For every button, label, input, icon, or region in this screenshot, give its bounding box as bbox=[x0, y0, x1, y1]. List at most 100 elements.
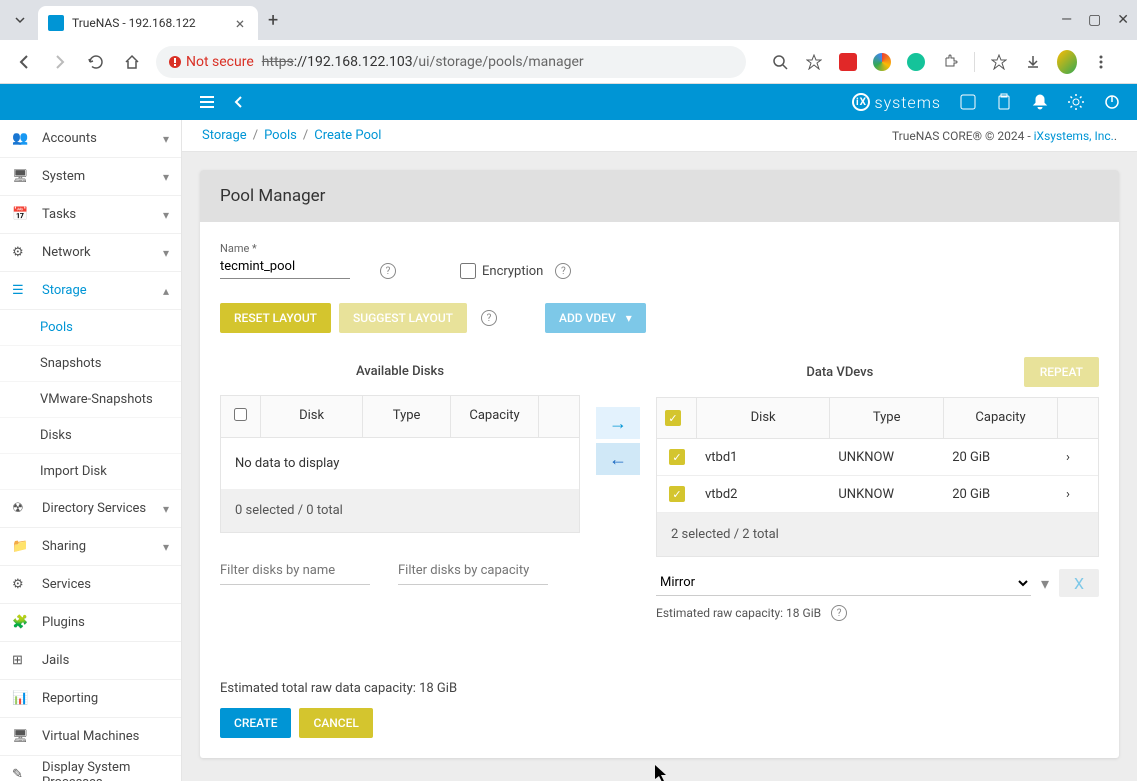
row-expand-icon[interactable]: › bbox=[1058, 477, 1098, 512]
security-warning[interactable]: Not secure bbox=[168, 54, 254, 70]
sidebar-item-reporting[interactable]: 📊Reporting bbox=[0, 680, 181, 718]
sidebar-item-services[interactable]: ⚙Services bbox=[0, 566, 181, 604]
vdevs-select-all-checkbox[interactable]: ✓ bbox=[665, 410, 681, 426]
vdevs-footer: 2 selected / 2 total bbox=[657, 513, 1098, 556]
sidebar-sub-snapshots[interactable]: Snapshots bbox=[0, 346, 181, 382]
remove-vdev-button[interactable]: X bbox=[1059, 569, 1099, 597]
vdev-row: ✓ vtbd2 UNKNOW 20 GiB › bbox=[657, 476, 1098, 513]
ix-logo[interactable]: iXsystems bbox=[852, 93, 941, 112]
sidebar-item-storage[interactable]: ☰Storage▴ bbox=[0, 272, 181, 310]
sidebar-item-directory[interactable]: ☢Directory Services▾ bbox=[0, 490, 181, 528]
vdev-col-capacity: Capacity bbox=[944, 398, 1058, 438]
layout-help-icon[interactable]: ? bbox=[481, 310, 497, 326]
sidebar-item-jails[interactable]: ⊞Jails bbox=[0, 642, 181, 680]
back-chevron-icon[interactable] bbox=[232, 95, 246, 109]
suggest-layout-button[interactable]: SUGGEST LAYOUT bbox=[339, 303, 467, 333]
add-vdev-button[interactable]: ADD VDEV ▾ bbox=[545, 303, 646, 333]
browser-toolbar: Not secure https://192.168.122.103/ui/st… bbox=[0, 40, 1137, 84]
encryption-checkbox[interactable] bbox=[460, 263, 476, 279]
breadcrumb-create[interactable]: Create Pool bbox=[314, 128, 381, 143]
move-left-button[interactable]: ← bbox=[596, 443, 640, 475]
sidebar-item-accounts[interactable]: 👥Accounts▾ bbox=[0, 120, 181, 158]
app-header: iXsystems bbox=[0, 84, 1137, 120]
browser-tab[interactable]: TrueNAS - 192.168.122 × bbox=[38, 6, 258, 40]
sidebar-sub-import-disk[interactable]: Import Disk bbox=[0, 454, 181, 490]
profile-avatar[interactable] bbox=[1057, 52, 1077, 72]
sidebar-item-processes[interactable]: ✎Display System Processes bbox=[0, 756, 181, 781]
available-disks-title: Available Disks bbox=[220, 357, 580, 385]
copyright-text: TrueNAS CORE® © 2024 - iXsystems, Inc.. bbox=[892, 129, 1117, 143]
breadcrumb-storage[interactable]: Storage bbox=[202, 128, 247, 143]
sidebar-sub-vmware-snapshots[interactable]: VMware-Snapshots bbox=[0, 382, 181, 418]
avail-col-capacity: Capacity bbox=[451, 396, 539, 437]
breadcrumb-pools[interactable]: Pools bbox=[264, 128, 297, 143]
available-disks-table: Disk Type Capacity No data to display 0 … bbox=[220, 395, 580, 533]
row-checkbox[interactable]: ✓ bbox=[669, 449, 685, 465]
extension-flipboard-icon[interactable] bbox=[838, 52, 858, 72]
address-bar[interactable]: Not secure https://192.168.122.103/ui/st… bbox=[156, 46, 746, 78]
row-disk: vtbd1 bbox=[697, 440, 830, 475]
filter-name-input[interactable] bbox=[220, 557, 370, 585]
create-button[interactable]: CREATE bbox=[220, 708, 291, 738]
sidebar: 👥Accounts▾ 🖥System▾ 📅Tasks▾ ⚙Network▾ ☰S… bbox=[0, 120, 182, 781]
minimize-icon[interactable]: — bbox=[1061, 12, 1072, 28]
extensions-icon[interactable] bbox=[940, 52, 960, 72]
ixsystems-link[interactable]: iXsystems, Inc. bbox=[1034, 129, 1114, 143]
reset-layout-button[interactable]: RESET LAYOUT bbox=[220, 303, 331, 333]
row-capacity: 20 GiB bbox=[944, 477, 1058, 512]
home-button[interactable] bbox=[120, 50, 144, 74]
name-input[interactable] bbox=[220, 255, 350, 279]
new-tab-button[interactable]: + bbox=[268, 10, 278, 31]
extension-circle-icon[interactable] bbox=[872, 52, 892, 72]
extension-grammarly-icon[interactable] bbox=[906, 52, 926, 72]
row-type: UNKNOW bbox=[830, 440, 944, 475]
vdevs-table: ✓ Disk Type Capacity ✓ vtbd1 UNKNOW 20 G… bbox=[656, 397, 1099, 557]
browser-menu-icon[interactable] bbox=[1091, 52, 1111, 72]
tab-dropdown-icon[interactable] bbox=[8, 8, 32, 32]
available-select-all-checkbox[interactable] bbox=[234, 408, 247, 421]
available-footer: 0 selected / 0 total bbox=[221, 489, 579, 532]
name-help-icon[interactable]: ? bbox=[380, 263, 396, 279]
zoom-icon[interactable] bbox=[770, 52, 790, 72]
bell-icon[interactable] bbox=[1031, 93, 1049, 111]
sidebar-item-system[interactable]: 🖥System▾ bbox=[0, 158, 181, 196]
filter-capacity-input[interactable] bbox=[398, 557, 548, 585]
bookmark-star2-icon[interactable] bbox=[989, 52, 1009, 72]
repeat-button[interactable]: REPEAT bbox=[1024, 357, 1099, 387]
encryption-help-icon[interactable]: ? bbox=[555, 263, 571, 279]
sidebar-item-sharing[interactable]: 📁Sharing▾ bbox=[0, 528, 181, 566]
maximize-icon[interactable]: ▢ bbox=[1088, 12, 1101, 28]
sidebar-item-vms[interactable]: 🖥Virtual Machines bbox=[0, 718, 181, 756]
browser-tab-strip: TrueNAS - 192.168.122 × + — ▢ ✕ bbox=[0, 0, 1137, 40]
hamburger-icon[interactable] bbox=[198, 93, 216, 111]
favicon-icon bbox=[48, 15, 64, 31]
back-button[interactable] bbox=[12, 50, 36, 74]
forward-button[interactable] bbox=[48, 50, 72, 74]
close-window-icon[interactable]: ✕ bbox=[1117, 12, 1129, 28]
cancel-button[interactable]: CANCEL bbox=[299, 708, 372, 738]
row-checkbox[interactable]: ✓ bbox=[669, 486, 685, 502]
gear-icon[interactable] bbox=[1067, 93, 1085, 111]
sidebar-item-network[interactable]: ⚙Network▾ bbox=[0, 234, 181, 272]
tab-title: TrueNAS - 192.168.122 bbox=[72, 16, 232, 30]
name-field-group: Name * bbox=[220, 242, 350, 279]
downloads-icon[interactable] bbox=[1023, 52, 1043, 72]
sidebar-sub-pools[interactable]: Pools bbox=[0, 310, 181, 346]
capacity-help-icon[interactable]: ? bbox=[831, 605, 847, 621]
sidebar-item-tasks[interactable]: 📅Tasks▾ bbox=[0, 196, 181, 234]
reload-button[interactable] bbox=[84, 50, 108, 74]
truecommand-icon[interactable] bbox=[959, 93, 977, 111]
row-expand-icon[interactable]: › bbox=[1058, 440, 1098, 475]
available-no-data: No data to display bbox=[221, 438, 579, 489]
tab-close-icon[interactable]: × bbox=[232, 15, 248, 31]
clipboard-icon[interactable] bbox=[995, 93, 1013, 111]
pool-manager-panel: Pool Manager Name * ? Encryption ? RESE bbox=[200, 170, 1119, 758]
name-label: Name * bbox=[220, 242, 350, 255]
move-right-button[interactable]: → bbox=[596, 407, 640, 439]
sidebar-item-plugins[interactable]: 🧩Plugins bbox=[0, 604, 181, 642]
main-content: Storage / Pools / Create Pool TrueNAS CO… bbox=[182, 120, 1137, 781]
sidebar-sub-disks[interactable]: Disks bbox=[0, 418, 181, 454]
bookmark-star-icon[interactable] bbox=[804, 52, 824, 72]
vdev-layout-select[interactable]: Mirror bbox=[656, 570, 1031, 596]
power-icon[interactable] bbox=[1103, 93, 1121, 111]
